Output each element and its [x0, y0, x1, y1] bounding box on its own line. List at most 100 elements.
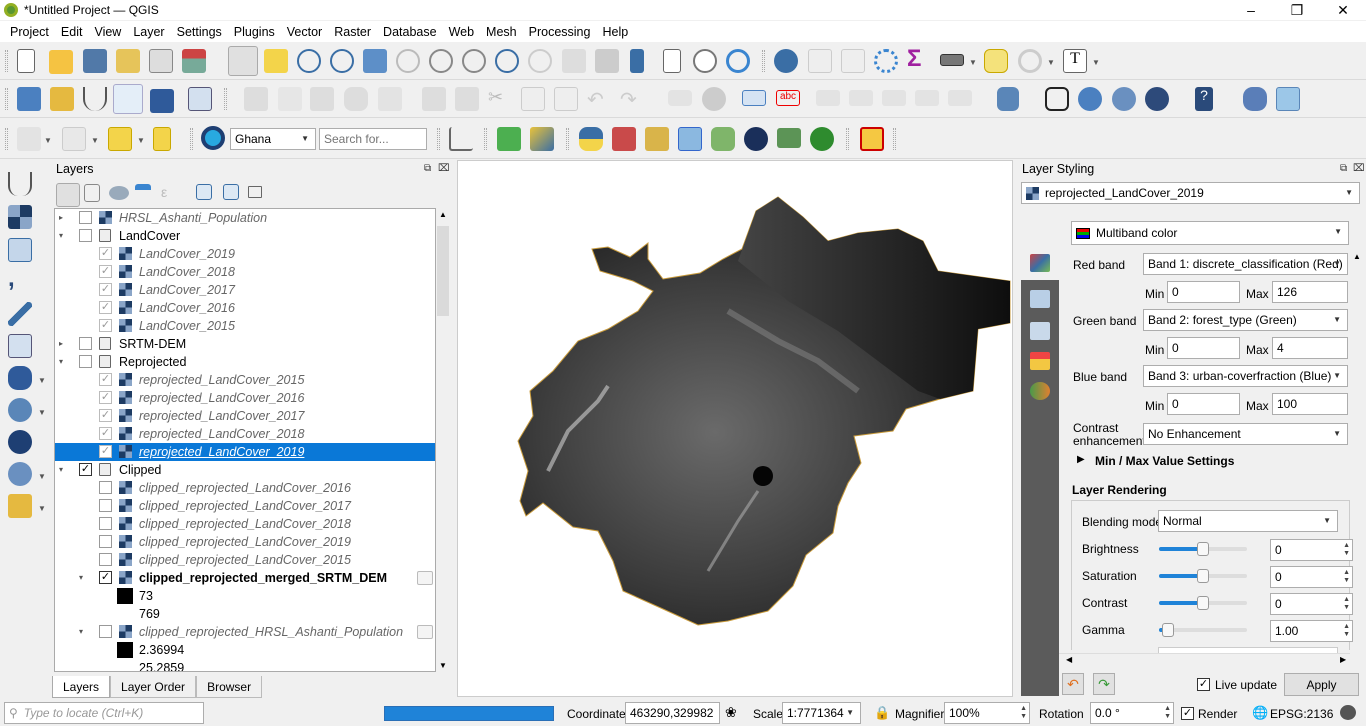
toolbar-handle[interactable] — [893, 128, 896, 150]
open-styling-panel-icon[interactable] — [56, 183, 80, 207]
scroll-up-icon[interactable]: ▲ — [439, 210, 447, 219]
spin-arrows-icon[interactable]: ▲ ▼ — [1343, 596, 1350, 612]
manage-themes-icon[interactable] — [109, 186, 129, 200]
georeferencer-icon[interactable] — [530, 127, 554, 151]
new-map-view-icon[interactable] — [562, 49, 586, 73]
scroll-down-icon[interactable]: ▼ — [439, 661, 447, 670]
slider-handle[interactable] — [1162, 623, 1174, 637]
add-geopackage-icon[interactable] — [8, 494, 32, 518]
new-3d-map-view-icon[interactable] — [595, 49, 619, 73]
toolbar-handle[interactable] — [437, 128, 440, 150]
zoom-full-icon[interactable] — [363, 49, 387, 73]
new-temporary-layer-icon[interactable] — [150, 89, 174, 113]
spin-arrows-icon[interactable]: ▲ ▼ — [1343, 623, 1350, 639]
add-mesh-layer-icon[interactable] — [8, 238, 32, 262]
add-raster-layer-icon[interactable] — [8, 205, 32, 229]
map-swipe-icon[interactable] — [678, 127, 702, 151]
layer-visibility-checkbox[interactable] — [99, 481, 112, 494]
blue-min-input[interactable]: 0 — [1167, 393, 1240, 415]
menu-settings[interactable]: Settings — [171, 25, 228, 39]
slider-handle[interactable] — [1197, 569, 1209, 583]
layer-visibility-checkbox[interactable] — [99, 499, 112, 512]
show-hide-labels-icon[interactable] — [849, 90, 873, 106]
contrast-slider[interactable] — [1159, 596, 1247, 610]
add-group-icon[interactable] — [84, 184, 100, 202]
zoom-out-icon[interactable] — [330, 49, 354, 73]
actions-icon[interactable] — [1018, 49, 1042, 73]
toolbar-handle[interactable] — [846, 128, 849, 150]
layer-visibility-checkbox[interactable]: ✓ — [99, 283, 112, 296]
layer-visibility-checkbox[interactable]: ✓ — [99, 265, 112, 278]
layer-item[interactable]: ▾ clipped_reprojected_HRSL_Ashanti_Popula… — [55, 623, 435, 641]
coordinate-input[interactable]: 463290,329982 — [625, 702, 720, 724]
geocoder-search-icon[interactable] — [201, 126, 225, 150]
add-wcs-icon[interactable] — [8, 430, 32, 454]
add-wms-icon[interactable] — [8, 398, 32, 422]
legend-item[interactable]: 73 — [55, 587, 435, 605]
layer-visibility-checkbox[interactable] — [99, 535, 112, 548]
layer-visibility-checkbox[interactable]: ✓ — [99, 409, 112, 422]
blue-max-input[interactable]: 100 — [1272, 393, 1348, 415]
contrast-spinbox[interactable]: 0 ▲ ▼ — [1270, 593, 1353, 615]
restore-button[interactable]: ❐ — [1274, 0, 1320, 20]
toggle-extents-icon[interactable]: ❀ — [725, 704, 737, 721]
add-polygon-icon[interactable] — [344, 87, 368, 111]
label-tool-icon[interactable] — [668, 90, 692, 106]
embedded-widget-icon[interactable] — [417, 625, 433, 639]
styling-scrollbar[interactable] — [1350, 248, 1364, 648]
move-label-icon[interactable] — [882, 90, 906, 106]
legend-item[interactable]: 2.36994 — [55, 641, 435, 659]
expand-all-icon[interactable] — [196, 184, 212, 200]
layer-visibility-checkbox[interactable]: ✓ — [99, 247, 112, 260]
toolbar-handle[interactable] — [484, 128, 487, 150]
lock-scale-icon[interactable]: 🔒 — [874, 705, 890, 721]
layer-item[interactable]: ✓ LandCover_2015 — [55, 317, 435, 335]
legend-item[interactable]: 25.2859 — [55, 659, 435, 671]
layer-visibility-checkbox[interactable]: ✓ — [99, 427, 112, 440]
add-virtual-layer-icon[interactable] — [8, 334, 32, 358]
select-by-location-icon[interactable] — [153, 127, 171, 151]
metasearch-icon[interactable] — [1112, 87, 1136, 111]
statistical-summary-icon[interactable]: Σ — [907, 47, 931, 71]
map-tips-icon[interactable] — [984, 49, 1008, 73]
processing-toolbox-icon[interactable] — [874, 49, 898, 73]
zoom-in-icon[interactable] — [297, 49, 321, 73]
text-annotation-icon[interactable]: T — [1063, 49, 1087, 73]
select-features-icon[interactable] — [17, 127, 41, 151]
close-panel-icon[interactable]: ⌧ — [1353, 163, 1365, 174]
menu-plugins[interactable]: Plugins — [228, 25, 281, 39]
wfs-dropdown-icon[interactable]: ▼ — [38, 472, 46, 481]
menu-web[interactable]: Web — [443, 25, 480, 39]
layer-visibility-checkbox[interactable] — [99, 517, 112, 530]
undo-style-button[interactable]: ↶ — [1062, 673, 1084, 695]
gamma-slider[interactable] — [1159, 623, 1247, 637]
layer-item[interactable]: ✓ reprojected_LandCover_2018 — [55, 425, 435, 443]
legend-item[interactable]: 769 — [55, 605, 435, 623]
toolbar-handle[interactable] — [5, 128, 8, 150]
float-panel-icon[interactable]: ⧉ — [1340, 163, 1347, 174]
remove-layer-icon[interactable] — [248, 186, 262, 198]
db-manager-icon[interactable] — [997, 87, 1019, 111]
green-band-select[interactable]: Band 2: forest_type (Green) ▼ — [1143, 309, 1348, 331]
pan-to-selection-icon[interactable] — [264, 49, 288, 73]
identify-features-icon[interactable] — [774, 49, 798, 73]
globe-icon[interactable] — [744, 127, 768, 151]
horizontal-scrollbar[interactable] — [1059, 653, 1350, 667]
layer-visibility-checkbox[interactable]: ✓ — [99, 373, 112, 386]
filter-expression-icon[interactable]: ε — [161, 184, 177, 200]
select-value-dropdown-icon[interactable]: ▼ — [91, 136, 99, 145]
layer-visibility-checkbox[interactable]: ✓ — [99, 445, 112, 458]
scrollbar-thumb[interactable] — [437, 226, 449, 316]
add-vector-layer-icon[interactable] — [8, 172, 32, 196]
diagram-tool-icon[interactable] — [702, 87, 726, 111]
new-project-icon[interactable] — [17, 49, 35, 73]
menu-database[interactable]: Database — [377, 25, 443, 39]
pan-map-icon[interactable] — [228, 46, 258, 76]
minimize-button[interactable]: – — [1228, 0, 1274, 20]
deselect-features-icon[interactable] — [108, 127, 132, 151]
toolbar-handle[interactable] — [5, 88, 8, 110]
label-abc-icon[interactable]: abc — [776, 90, 800, 106]
menu-view[interactable]: View — [88, 25, 127, 39]
paste-features-icon[interactable] — [554, 87, 578, 111]
symbology-brush-icon[interactable] — [1030, 254, 1050, 272]
